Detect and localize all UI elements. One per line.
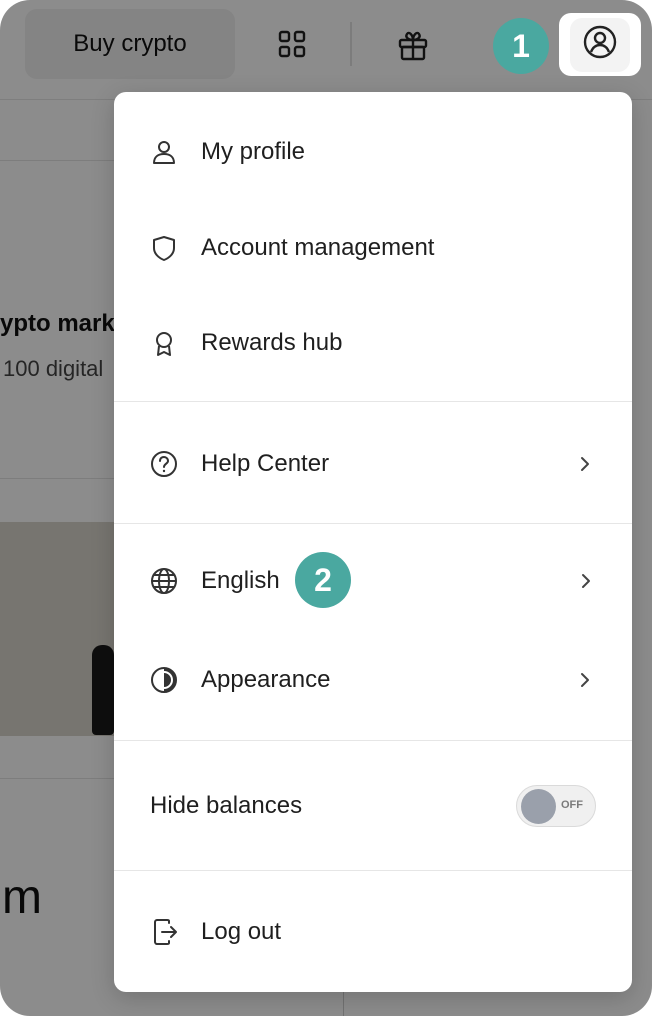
profile-button[interactable]	[559, 13, 641, 76]
menu-item-label: Appearance	[201, 666, 331, 693]
menu-item-rewards-hub[interactable]: Rewards hub	[114, 317, 632, 369]
menu-item-label: Hide balances	[150, 792, 303, 819]
menu-divider	[114, 870, 632, 871]
menu-item-log-out[interactable]: Log out	[114, 906, 632, 958]
award-icon	[148, 327, 180, 359]
menu-item-appearance[interactable]: Appearance	[114, 654, 632, 706]
profile-button-inner	[570, 17, 630, 72]
user-circle-icon	[582, 24, 618, 65]
menu-item-help-center[interactable]: Help Center	[114, 438, 632, 490]
menu-item-label: Help Center	[201, 450, 330, 477]
help-circle-icon	[148, 448, 180, 480]
hide-balances-toggle[interactable]: OFF	[516, 785, 596, 827]
menu-item-label: Log out	[201, 918, 282, 945]
globe-icon	[148, 565, 180, 597]
toggle-state-label: OFF	[561, 799, 583, 811]
step-badge-2: 2	[295, 552, 351, 608]
chevron-right-icon	[579, 571, 593, 591]
logout-icon	[148, 916, 180, 948]
menu-divider	[114, 523, 632, 524]
menu-item-hide-balances: Hide balances OFF	[114, 780, 632, 832]
shield-icon	[148, 232, 180, 264]
menu-item-label: Account management	[201, 234, 435, 261]
toggle-knob	[521, 789, 556, 824]
contrast-icon	[148, 664, 180, 696]
menu-item-label: My profile	[201, 138, 306, 165]
account-menu: My profile Account management Rewards hu…	[114, 92, 632, 992]
menu-item-account-management[interactable]: Account management	[114, 222, 632, 274]
chevron-right-icon	[578, 670, 592, 690]
menu-divider	[114, 740, 632, 741]
chevron-right-icon	[578, 454, 592, 474]
menu-item-label: Rewards hub	[201, 329, 343, 356]
language-selector[interactable]: English	[138, 544, 618, 618]
step-badge-1: 1	[493, 18, 549, 74]
language-label: English	[201, 567, 280, 594]
user-icon	[148, 136, 180, 168]
menu-item-my-profile[interactable]: My profile	[114, 126, 632, 178]
menu-divider	[114, 401, 632, 402]
app-frame: Buy crypto ypto mark 100 digital m My pr…	[0, 0, 652, 1016]
